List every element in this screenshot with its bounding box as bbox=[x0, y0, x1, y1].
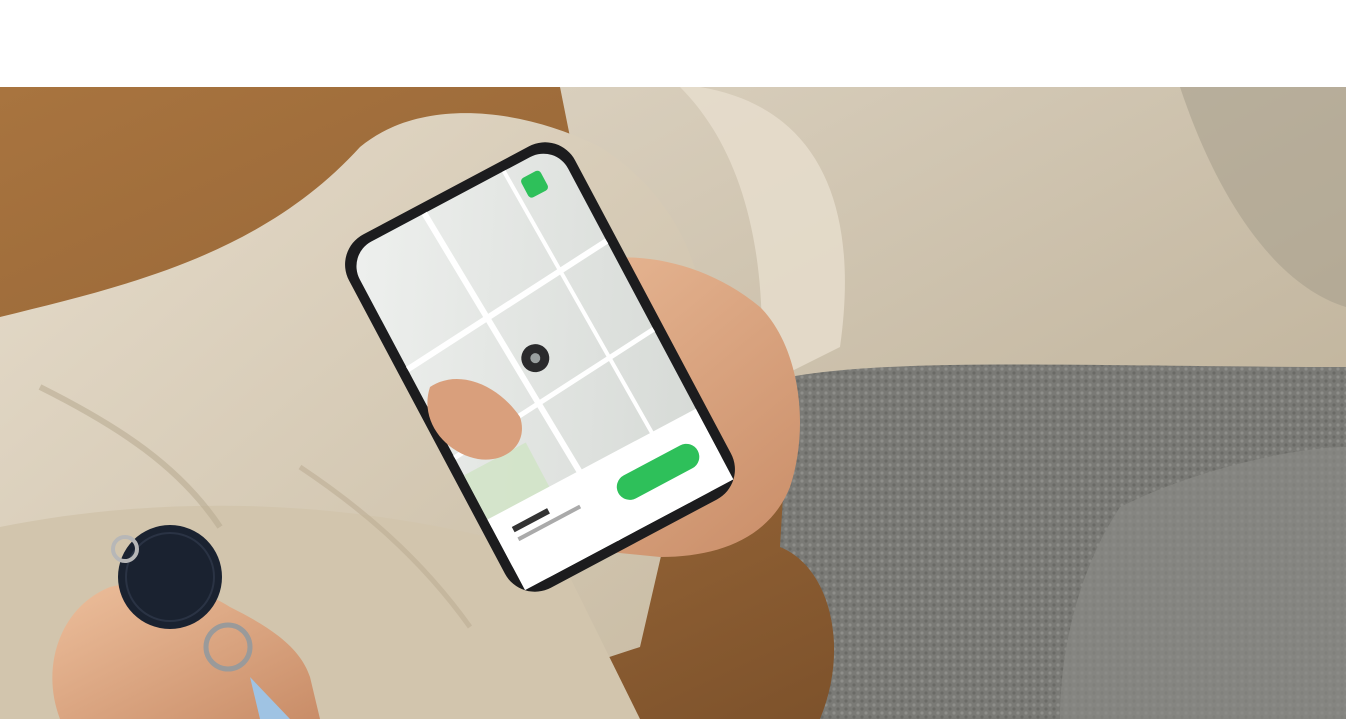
hero-photo bbox=[0, 87, 1346, 719]
hero-photo-illustration bbox=[0, 87, 1346, 719]
top-blank-bar bbox=[0, 0, 1346, 87]
page bbox=[0, 0, 1346, 719]
